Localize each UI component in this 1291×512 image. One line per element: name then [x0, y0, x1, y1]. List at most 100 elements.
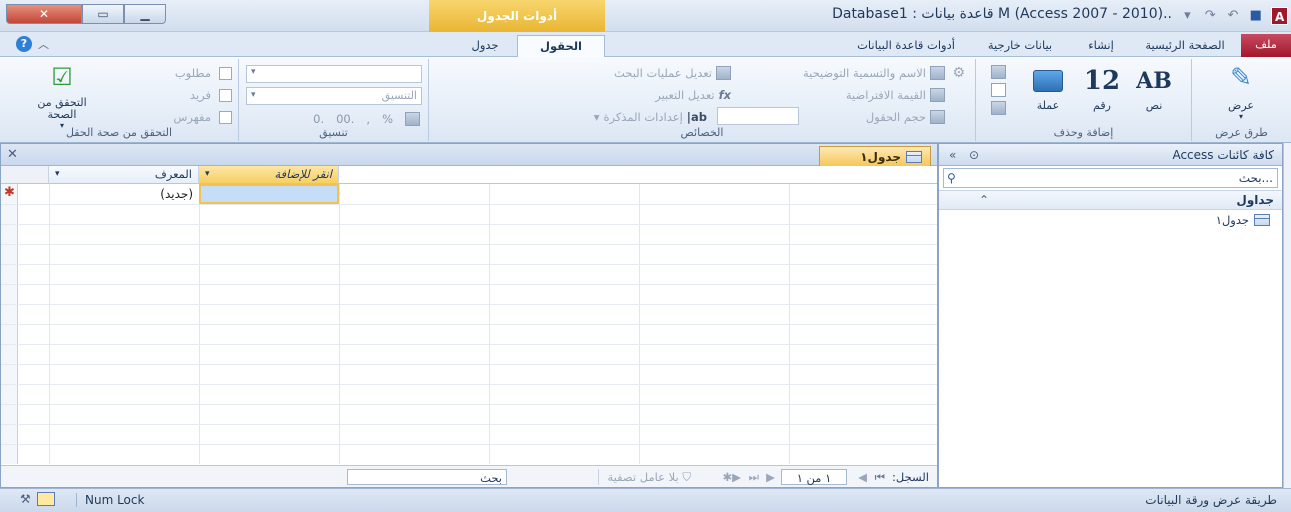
modify-lookups-label: تعديل عمليات البحث — [613, 66, 712, 80]
yes-no-field-icon[interactable] — [990, 83, 1006, 97]
grid-line — [1, 224, 937, 225]
column-header-label: انقر للإضافة — [274, 167, 332, 181]
nav-menu-chevron-icon[interactable]: ⊙ — [969, 144, 979, 166]
close-document-icon[interactable]: ✕ — [7, 147, 18, 162]
field-size-icon — [930, 110, 945, 124]
date-time-field-icon[interactable] — [990, 65, 1006, 79]
more-fields-icon[interactable] — [990, 101, 1006, 115]
table-tools-context-label: أدوات الجدول — [429, 0, 605, 32]
search-input[interactable]: بحث — [347, 469, 507, 485]
ribbon: ✎ عرض ▾ طرق عرض AB نص 12 رقم عملة إضافة … — [0, 57, 1291, 143]
chevron-down-icon: ▾ — [593, 110, 600, 124]
comma-format-button[interactable]: , — [366, 112, 370, 126]
no-filter-label: بلا عامل تصفية — [607, 470, 679, 484]
modify-expression-label: تعديل التعبير — [655, 88, 715, 102]
default-value-button[interactable]: القيمة الافتراضية — [846, 85, 945, 105]
nav-item-table1[interactable]: جدول١ — [939, 210, 1282, 230]
increase-decimals-button[interactable]: .00 — [336, 112, 354, 126]
required-checkbox[interactable]: مطلوب — [175, 63, 232, 83]
memo-settings-button[interactable]: ab| إعدادات المذكرة ▾ — [594, 107, 707, 127]
maximize-button[interactable]: ▭ — [82, 4, 124, 24]
help-icon[interactable]: ? — [16, 36, 32, 52]
format-select[interactable]: التنسيق — [246, 87, 422, 105]
last-record-button[interactable]: ⏭ — [749, 469, 759, 485]
save-icon[interactable]: ■ — [1248, 8, 1263, 24]
customize-qat-icon[interactable]: ▾ — [1180, 8, 1195, 24]
validation-button[interactable]: ☑ التحقق من الصحة ▾ — [24, 63, 100, 130]
indexed-checkbox-box[interactable] — [219, 110, 232, 124]
record-position-input[interactable]: ١ من ١ — [781, 469, 847, 485]
collapse-category-icon[interactable]: ⌃ — [979, 191, 989, 209]
add-text-field-button[interactable]: AB نص — [1129, 63, 1179, 112]
view-button[interactable]: ✎ عرض ▾ — [1205, 63, 1277, 121]
tab-table[interactable]: جدول — [455, 35, 515, 57]
decrease-decimals-button[interactable]: .0 — [313, 112, 324, 126]
shutter-bar-close-icon[interactable]: » — [949, 144, 956, 166]
nav-search-placeholder: ...بحث — [1238, 171, 1273, 185]
undo-icon[interactable]: ↶ — [1226, 8, 1241, 24]
chevron-down-icon[interactable]: ▾ — [205, 166, 210, 183]
field-properties-icon[interactable]: ⚙ — [952, 65, 965, 81]
tab-create[interactable]: إنشاء — [1071, 35, 1131, 57]
unique-checkbox-box[interactable] — [219, 88, 232, 102]
indexed-checkbox[interactable]: مفهرس — [173, 107, 232, 127]
nav-category-tables[interactable]: جداول ⌃ — [939, 190, 1282, 210]
modify-expression-button[interactable]: fx تعديل التعبير — [655, 85, 731, 105]
minimize-button[interactable]: ▁ — [124, 4, 166, 24]
field-size-row: حجم الحقول — [866, 107, 945, 127]
field-size-input[interactable] — [717, 107, 799, 125]
add-currency-field-button[interactable]: عملة — [1021, 63, 1075, 112]
select-all-corner[interactable] — [1, 166, 49, 184]
document-tab-table1[interactable]: جدول١ — [819, 146, 931, 166]
currency-field-icon — [1021, 63, 1075, 99]
name-caption-label: الاسم والتسمية التوضيحية — [802, 66, 926, 80]
tab-database-tools[interactable]: أدوات قاعدة البيانات — [841, 35, 971, 57]
active-cell[interactable] — [199, 184, 339, 204]
ribbon-tabs: ملف الصفحة الرئيسية إنشاء بيانات خارجية … — [0, 32, 1291, 58]
currency-field-label: عملة — [1036, 99, 1060, 112]
new-record-nav-button[interactable]: ▶✱ — [723, 469, 741, 485]
record-navigation-bar: السجل: ⏮ ◀ ١ من ١ ▶ ⏭ ▶✱ ⛉ بلا عامل تصفي… — [1, 465, 937, 487]
unique-checkbox[interactable]: فريد — [190, 85, 232, 105]
tab-fields[interactable]: الحقول — [517, 35, 605, 58]
view-button-label: عرض — [1228, 99, 1254, 112]
design-view-icon[interactable]: ⚒ — [20, 492, 31, 506]
field-size-label: حجم الحقول — [865, 110, 926, 124]
title-bar: ✕ ▭ ▁ أدوات الجدول ..M (Access 2007 - 20… — [0, 0, 1291, 32]
nav-search-input[interactable]: ...بحث ⚲ — [943, 168, 1278, 188]
group-label-properties: الخصائص — [680, 126, 724, 139]
no-filter-button[interactable]: ⛉ بلا عامل تصفية — [598, 469, 691, 485]
previous-record-button[interactable]: ◀ — [858, 469, 867, 485]
percent-format-button[interactable]: % — [382, 112, 393, 126]
column-header-click-to-add[interactable]: انقر للإضافة ▾ — [199, 166, 339, 184]
access-app-icon[interactable]: A — [1271, 7, 1288, 25]
modify-lookups-button[interactable]: تعديل عمليات البحث — [614, 63, 731, 83]
new-record-id-cell[interactable]: (جديد) — [49, 185, 197, 203]
table-icon — [906, 150, 922, 163]
required-checkbox-box[interactable] — [219, 66, 232, 80]
minimize-ribbon-icon[interactable]: ︿ — [38, 36, 49, 52]
data-type-select[interactable]: ▾ — [246, 65, 422, 83]
redo-icon[interactable]: ↷ — [1203, 8, 1218, 24]
text-field-label: نص — [1145, 99, 1163, 112]
search-icon[interactable]: ⚲ — [947, 169, 956, 187]
name-caption-button[interactable]: الاسم والتسمية التوضيحية — [803, 63, 945, 83]
view-mode-label: طريقة عرض ورقة البيانات — [1145, 493, 1277, 507]
num-lock-indicator: Num Lock — [76, 493, 144, 507]
currency-format-icon[interactable] — [405, 112, 420, 126]
next-record-button[interactable]: ▶ — [766, 469, 775, 485]
first-record-button[interactable]: ⏮ — [875, 469, 885, 485]
quick-access-toolbar: ▾ ↷ ↶ ■ A — [1180, 6, 1288, 26]
default-value-icon — [930, 88, 945, 102]
tab-external-data[interactable]: بيانات خارجية — [975, 35, 1065, 57]
nav-pane-header[interactable]: كافة كائنات Access ⊙ » — [939, 144, 1282, 166]
add-number-field-button[interactable]: 12 رقم — [1077, 63, 1127, 112]
column-header-id[interactable]: المعرف ▾ — [49, 166, 199, 184]
vertical-scrollbar[interactable] — [1283, 143, 1291, 488]
datasheet-view-icon[interactable] — [36, 492, 55, 506]
chevron-down-icon[interactable]: ▾ — [55, 166, 60, 183]
tab-file[interactable]: ملف — [1241, 34, 1291, 57]
close-window-button[interactable]: ✕ — [6, 4, 82, 24]
tab-home[interactable]: الصفحة الرئيسية — [1135, 35, 1235, 57]
datasheet-grid: المعرف ▾ انقر للإضافة ▾ ✱ (جديد) — [1, 166, 937, 464]
